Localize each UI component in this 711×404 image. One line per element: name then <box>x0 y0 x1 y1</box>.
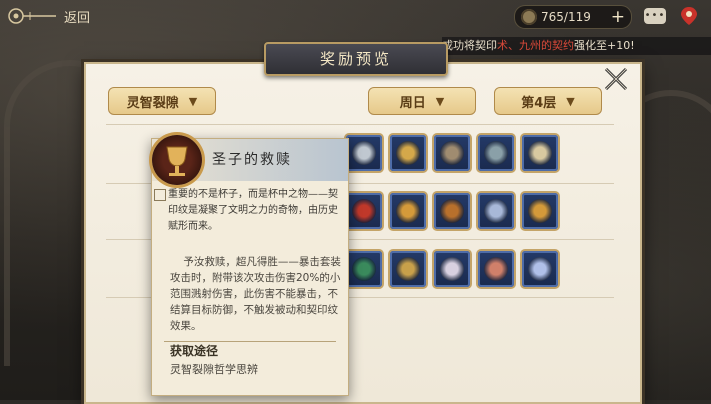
quote-icon <box>154 189 166 201</box>
reward-emblem-icon <box>396 141 420 165</box>
reward-item-slot[interactable] <box>346 251 382 287</box>
back-button[interactable]: 返回 <box>6 4 96 28</box>
reward-item-slot[interactable] <box>390 251 426 287</box>
reward-emblem-icon <box>352 257 376 281</box>
back-label: 返回 <box>64 10 91 26</box>
tooltip-title: 圣子的救赎 <box>212 152 292 168</box>
reward-item-slot[interactable] <box>390 135 426 171</box>
reward-emblem-icon <box>440 257 464 281</box>
reward-item-slot[interactable] <box>478 135 514 171</box>
marquee-text-post: 强化至+10! <box>574 39 635 52</box>
reward-item-slot[interactable] <box>390 193 426 229</box>
reward-emblem-icon <box>484 141 508 165</box>
reward-emblem-icon <box>528 257 552 281</box>
reward-item-slot[interactable] <box>434 135 470 171</box>
back-ornament-icon <box>8 8 56 24</box>
resource-value: 765/119 <box>541 10 591 24</box>
reward-item-slot[interactable] <box>522 135 558 171</box>
reward-item-slot[interactable] <box>478 193 514 229</box>
floor-dropdown[interactable]: 第4层 ▼ <box>494 87 602 115</box>
divider <box>106 124 614 125</box>
acquire-source: 灵智裂隙哲学思辨 <box>170 363 258 376</box>
marquee-highlight: 术、九州的契约 <box>497 39 574 52</box>
reward-emblem-icon <box>352 199 376 223</box>
tooltip-flavor-text: 重要的不是杯子，而是杯中之物——契印纹是凝聚了文明之力的奇物，由历史赋形而来。 <box>154 187 340 235</box>
day-dropdown[interactable]: 周日 ▼ <box>368 87 476 115</box>
tooltip-flavor: 重要的不是杯子，而是杯中之物——契印纹是凝聚了文明之力的奇物，由历史赋形而来。 <box>168 189 338 232</box>
reward-item-slot[interactable] <box>346 193 382 229</box>
floor-label: 第4层 <box>521 95 557 111</box>
reward-item-slot[interactable] <box>434 251 470 287</box>
panel-title: 奖励预览 <box>264 42 448 76</box>
day-label: 周日 <box>399 95 426 111</box>
category-label: 灵智裂隙 <box>126 95 179 111</box>
chat-button[interactable]: ••• <box>644 8 666 24</box>
resource-counter: 765/119 + <box>514 5 632 29</box>
reward-item-slot[interactable] <box>434 193 470 229</box>
top-bar: 返回 765/119 + ••• <box>0 0 711 34</box>
tooltip-description: 予汝救赎，超凡得胜——暴击套装 攻击时，附带该次攻击伤害20%的小范围溅射伤害，… <box>170 238 342 350</box>
reward-item-slot[interactable] <box>346 135 382 171</box>
reward-item-slot[interactable] <box>522 193 558 229</box>
chevron-down-icon: ▼ <box>435 94 445 108</box>
chevron-down-icon: ▼ <box>566 94 575 108</box>
chevron-down-icon: ▼ <box>188 94 198 108</box>
marquee-text-pre: 成功将契印 <box>442 39 497 52</box>
acquire-heading: 获取途径 <box>170 344 219 358</box>
reward-emblem-icon <box>484 257 508 281</box>
reward-item-slot[interactable] <box>522 251 558 287</box>
reward-emblem-icon <box>440 199 464 223</box>
reward-emblem-icon <box>484 199 508 223</box>
reward-emblem-icon <box>440 141 464 165</box>
category-dropdown[interactable]: 灵智裂隙 ▼ <box>108 87 216 115</box>
reward-emblem-icon <box>352 141 376 165</box>
reward-item-slot[interactable] <box>478 251 514 287</box>
reward-emblem-icon <box>396 199 420 223</box>
reward-emblem-icon <box>528 199 552 223</box>
close-icon[interactable] <box>601 64 631 94</box>
chalice-icon <box>152 135 202 185</box>
reward-emblem-icon <box>528 141 552 165</box>
chalice-glyph-icon <box>166 146 188 176</box>
tooltip-description-text: 予汝救赎，超凡得胜——暴击套装 攻击时，附带该次攻击伤害20%的小范围溅射伤害，… <box>170 256 341 332</box>
resource-icon <box>521 9 537 25</box>
add-resource-button[interactable]: + <box>611 7 625 27</box>
announcement-marquee: 成功将契印术、九州的契约强化至+10! <box>442 37 711 55</box>
reward-emblem-icon <box>396 257 420 281</box>
location-pin-icon[interactable] <box>678 5 700 27</box>
item-tooltip: 圣子的救赎 重要的不是杯子，而是杯中之物——契印纹是凝聚了文明之力的奇物，由历史… <box>151 135 349 396</box>
